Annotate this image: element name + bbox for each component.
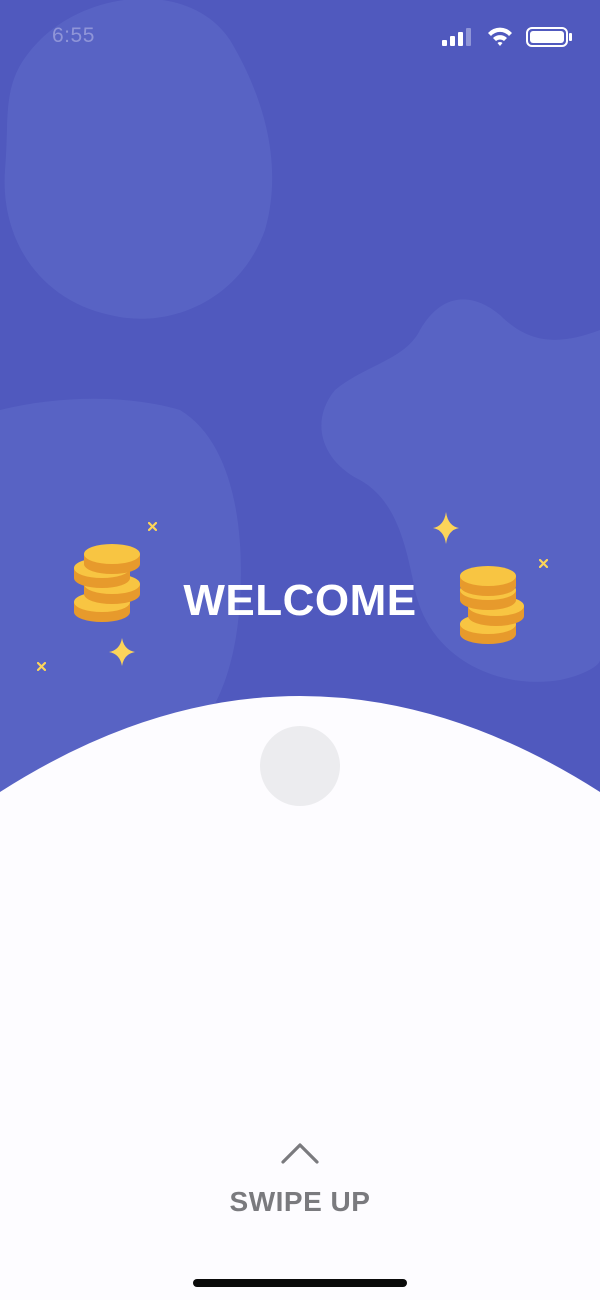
sparkle-icon	[37, 662, 46, 671]
coin	[84, 544, 140, 574]
welcome-screen: 6:55 WELCOME SWIPE UP	[0, 0, 600, 1300]
wifi-icon	[488, 27, 512, 46]
sparkle-icon	[539, 559, 548, 568]
coin	[460, 566, 516, 596]
chevron-up-icon[interactable]	[280, 1140, 320, 1166]
hero-background	[0, 0, 600, 800]
drag-handle[interactable]	[260, 726, 340, 806]
sparkle-icon	[148, 522, 157, 531]
status-icons	[442, 27, 572, 47]
coin-stack-icon	[74, 544, 140, 622]
swipe-up-label[interactable]: SWIPE UP	[150, 1186, 450, 1218]
status-bar: 6:55	[0, 0, 600, 74]
coin-stack-icon	[460, 566, 524, 644]
home-indicator[interactable]	[193, 1279, 407, 1287]
sparkle-icon	[433, 512, 459, 544]
battery-icon	[526, 27, 572, 47]
cellular-signal-icon	[442, 28, 471, 46]
status-time: 6:55	[52, 24, 95, 47]
welcome-title: WELCOME	[183, 576, 417, 625]
sparkle-icon	[109, 638, 135, 666]
